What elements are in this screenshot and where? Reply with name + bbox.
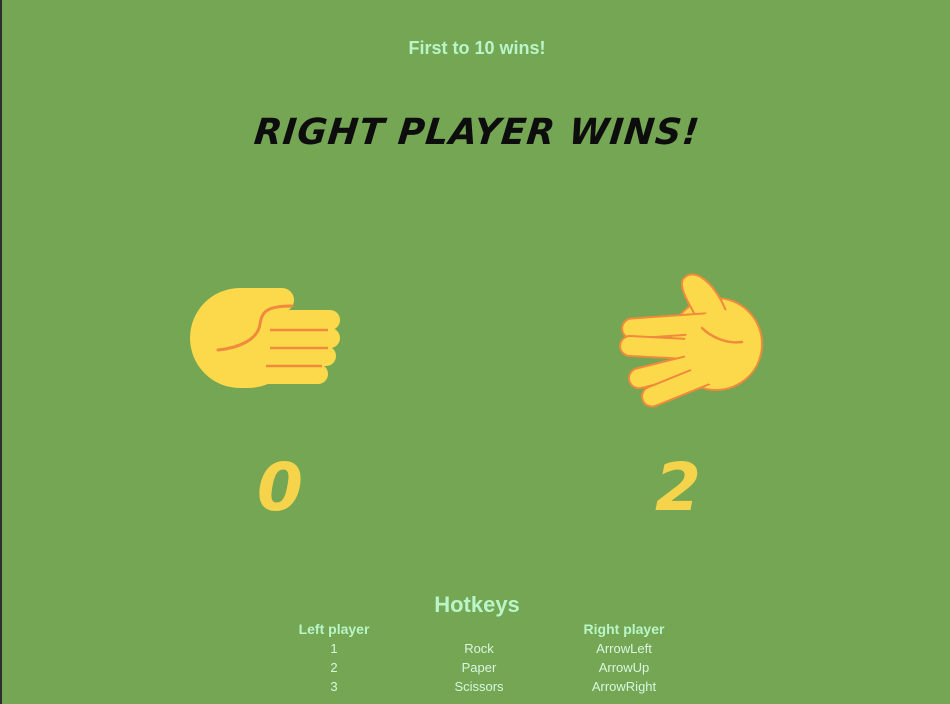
left-player-header: Left player	[298, 621, 370, 637]
right-player-header: Right player	[583, 621, 665, 637]
hotkeys-header-row: Left player Right player	[264, 620, 694, 639]
move-name: Paper	[461, 660, 497, 675]
hotkey-row-rock: 1 Rock ArrowLeft	[264, 639, 694, 658]
move-name: Scissors	[454, 679, 504, 694]
right-key: ArrowRight	[591, 679, 657, 694]
right-player-paper-icon	[618, 268, 768, 408]
left-key: 3	[330, 679, 338, 694]
hotkey-row-paper: 2 Paper ArrowUp	[264, 658, 694, 677]
hotkeys-table: Left player Right player 1 Rock ArrowLef…	[264, 620, 694, 696]
right-player-score: 2	[655, 449, 701, 526]
game-rule-text: First to 10 wins!	[408, 38, 546, 58]
move-name: Rock	[464, 641, 494, 656]
right-key: ArrowUp	[598, 660, 650, 675]
left-key: 1	[330, 641, 338, 656]
left-player-rock-icon	[188, 282, 344, 394]
move-header	[404, 620, 554, 639]
round-result-title: RIGHT PLAYER WINS!	[252, 112, 702, 153]
hotkeys-title: Hotkeys	[434, 592, 520, 617]
right-key: ArrowLeft	[596, 641, 652, 656]
hotkey-row-scissors: 3 Scissors ArrowRight	[264, 677, 694, 696]
left-player-score: 0	[257, 449, 303, 526]
left-key: 2	[330, 660, 338, 675]
